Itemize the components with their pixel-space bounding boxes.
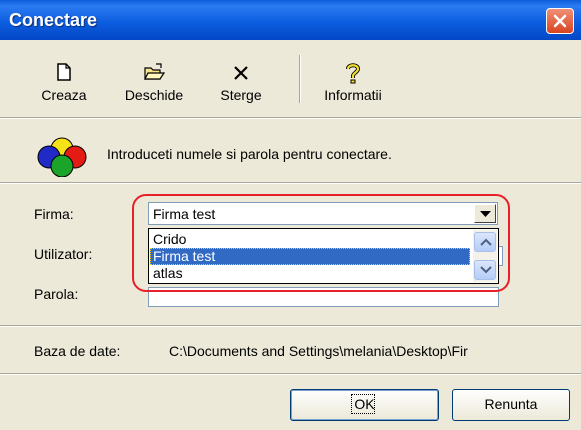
info-label: Informatii xyxy=(324,87,382,103)
close-button[interactable] xyxy=(546,8,574,34)
divider xyxy=(0,373,581,375)
create-label: Creaza xyxy=(41,87,87,103)
close-icon xyxy=(553,14,567,28)
delete-label: Sterge xyxy=(220,87,262,103)
open-folder-icon xyxy=(144,63,165,80)
toolbar-separator xyxy=(299,55,301,103)
database-label: Baza de date: xyxy=(34,343,121,359)
utilizator-label: Utilizator: xyxy=(34,246,93,262)
four-color-circles-icon xyxy=(37,137,87,177)
intro-text: Introduceti numele si parola pentru cone… xyxy=(107,146,392,162)
divider xyxy=(0,325,581,327)
window-title: Conectare xyxy=(9,10,98,30)
firma-label: Firma: xyxy=(34,206,74,222)
new-document-icon xyxy=(57,63,71,81)
parola-label: Parola: xyxy=(34,286,79,302)
open-label: Deschide xyxy=(124,87,184,103)
delete-button[interactable]: Sterge xyxy=(212,62,270,110)
divider xyxy=(0,117,581,119)
database-path: C:\Documents and Settings\melania\Deskto… xyxy=(169,343,468,359)
info-button[interactable]: Informatii xyxy=(312,62,394,110)
delete-x-icon xyxy=(234,66,248,80)
help-question-icon xyxy=(346,63,361,84)
open-button[interactable]: Deschide xyxy=(111,62,197,110)
highlight-outline xyxy=(132,194,510,292)
title-bar: Conectare xyxy=(0,0,581,40)
divider xyxy=(0,182,581,184)
ok-button[interactable]: OK xyxy=(290,389,439,421)
cancel-button[interactable]: Renunta xyxy=(452,389,570,421)
create-button[interactable]: Creaza xyxy=(31,62,97,110)
toolbar: Creaza Deschide Sterge Informatii xyxy=(0,40,581,115)
